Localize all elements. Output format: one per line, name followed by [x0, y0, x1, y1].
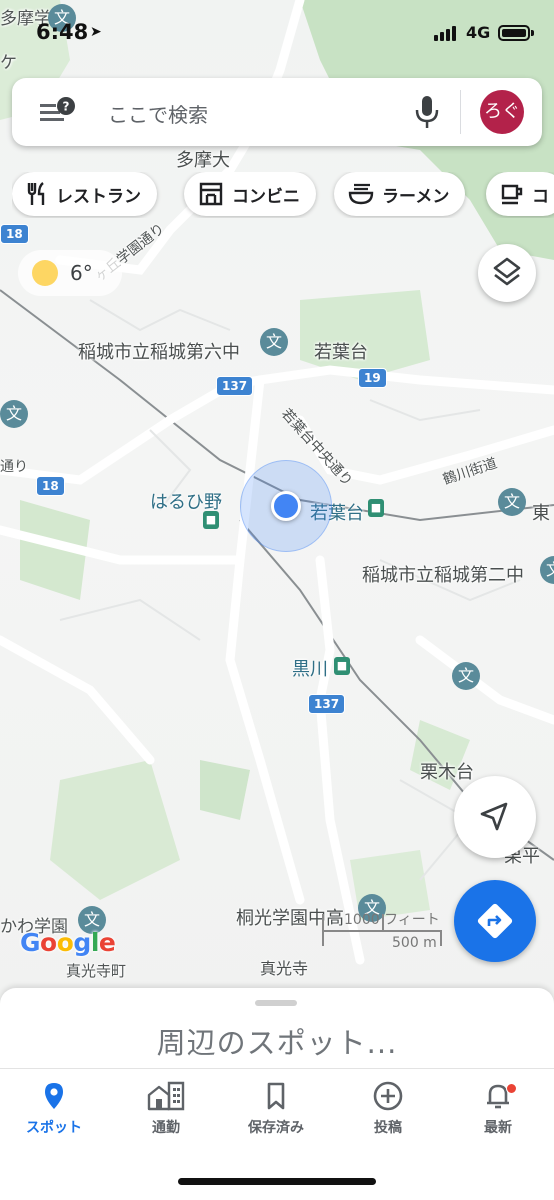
layers-button[interactable]: [478, 244, 536, 302]
map-label: 通り: [0, 459, 28, 475]
explore-sheet[interactable]: 周辺のスポット...: [0, 988, 554, 1078]
battery-icon: [498, 25, 530, 41]
weather-temp: 6°: [70, 261, 93, 285]
nav-label: スポット: [26, 1120, 82, 1136]
my-location-button[interactable]: [454, 776, 536, 858]
navigation-arrow-icon: [480, 802, 508, 831]
route-shield: 137: [216, 376, 254, 396]
search-divider: [460, 90, 461, 134]
category-chips: レストラン コンビニ ラーメン コ: [12, 172, 554, 218]
chip-label: コンビニ: [232, 186, 300, 207]
chip-label: レストラン: [56, 186, 141, 207]
search-bar[interactable]: ? ここで検索 ろぐ: [12, 78, 542, 146]
nav-label: 保存済み: [248, 1120, 304, 1136]
add-circle-icon: [373, 1081, 403, 1111]
school-icon[interactable]: 文: [260, 328, 288, 356]
map-label: 稲城市立稲城第六中: [78, 342, 240, 363]
svg-text:?: ?: [63, 100, 70, 114]
train-station-icon[interactable]: ■: [368, 499, 384, 517]
route-shield: 18: [0, 224, 29, 244]
pin-icon: [45, 1083, 63, 1109]
sun-icon: [32, 260, 58, 286]
ramen-icon: [348, 183, 374, 205]
chip-convenience[interactable]: コンビニ: [184, 172, 316, 216]
nav-label: 通勤: [152, 1120, 180, 1136]
network-type: 4G: [466, 23, 491, 42]
restaurant-icon: [27, 182, 45, 205]
nav-label: 投稿: [374, 1120, 402, 1136]
directions-button[interactable]: [454, 880, 536, 962]
current-location-dot[interactable]: [271, 491, 301, 521]
route-shield: 18: [36, 476, 65, 496]
scale-bar: [440, 930, 442, 946]
map-label: 稲城市立稲城第二中: [362, 565, 524, 586]
mic-icon[interactable]: [414, 94, 440, 130]
google-logo: Google: [20, 928, 116, 957]
chip-cafe[interactable]: コ: [486, 172, 554, 216]
signal-icon: [434, 26, 456, 41]
map-label: 真光寺: [260, 959, 309, 978]
convenience-store-icon: [199, 182, 223, 206]
chip-label: ラーメン: [382, 186, 450, 207]
battery-cap: [531, 30, 534, 36]
avatar[interactable]: ろぐ: [480, 90, 524, 134]
status-bar: 6:48 ➤ 4G: [0, 0, 554, 66]
map-label: 多摩大: [176, 150, 230, 171]
commute-icon: [147, 1081, 185, 1111]
chip-ramen[interactable]: ラーメン: [334, 172, 466, 216]
map-label: 桐光学園中高: [236, 908, 344, 929]
nav-explore[interactable]: スポット: [4, 1081, 104, 1153]
route-shield: 137: [308, 694, 346, 714]
map-label: 真光寺町: [66, 962, 127, 980]
sheet-title: 周辺のスポット...: [156, 1026, 398, 1060]
location-arrow-icon: ➤: [90, 24, 102, 40]
nav-label: 最新: [484, 1120, 512, 1136]
home-indicator[interactable]: [178, 1178, 376, 1185]
menu-help-icon[interactable]: ?: [38, 96, 78, 128]
nav-commute[interactable]: 通勤: [116, 1081, 216, 1153]
route-shield: 19: [358, 368, 387, 388]
train-station-icon[interactable]: ■: [334, 657, 350, 675]
school-icon[interactable]: 文: [498, 488, 526, 516]
nav-saved[interactable]: 保存済み: [226, 1081, 326, 1153]
notification-badge: [506, 1083, 517, 1094]
directions-icon: [477, 903, 513, 939]
train-station-icon[interactable]: ■: [203, 511, 219, 529]
search-input[interactable]: ここで検索: [108, 99, 208, 128]
nav-contribute[interactable]: 投稿: [338, 1081, 438, 1153]
school-icon[interactable]: 文: [0, 400, 28, 428]
chip-label: コ: [532, 186, 549, 207]
scale-feet: 1000 フィート: [344, 912, 440, 928]
scale-meters: 500 m: [392, 935, 437, 951]
cafe-icon: [501, 184, 523, 205]
nav-updates[interactable]: 最新: [448, 1081, 548, 1153]
status-time: 6:48: [36, 20, 89, 44]
chip-restaurant[interactable]: レストラン: [12, 172, 157, 216]
weather-widget[interactable]: 6°: [18, 250, 122, 296]
scale-bar: [322, 930, 442, 932]
map-label: 東: [532, 503, 550, 524]
school-icon[interactable]: 文: [452, 662, 480, 690]
map-label: 黒川: [292, 659, 328, 680]
layers-icon: [493, 257, 521, 286]
map-label: 若葉台: [314, 342, 368, 363]
sheet-handle[interactable]: [255, 1000, 297, 1006]
bookmark-icon: [267, 1082, 285, 1110]
